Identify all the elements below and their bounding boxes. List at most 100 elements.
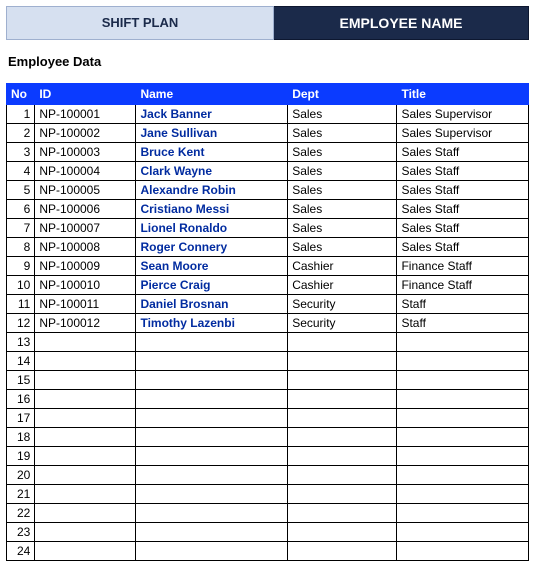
cell-dept[interactable]: Sales: [288, 181, 397, 200]
cell-no[interactable]: 3: [7, 143, 35, 162]
table-row[interactable]: 21: [7, 485, 529, 504]
cell-title[interactable]: Staff: [397, 314, 529, 333]
table-row[interactable]: 20: [7, 466, 529, 485]
table-row[interactable]: 12NP-100012Timothy LazenbiSecurityStaff: [7, 314, 529, 333]
cell-dept[interactable]: Sales: [288, 238, 397, 257]
table-row[interactable]: 9NP-100009Sean MooreCashierFinance Staff: [7, 257, 529, 276]
cell-dept[interactable]: [288, 542, 397, 561]
col-header-name[interactable]: Name: [136, 84, 288, 105]
table-row[interactable]: 13: [7, 333, 529, 352]
cell-dept[interactable]: [288, 333, 397, 352]
cell-no[interactable]: 13: [7, 333, 35, 352]
cell-name[interactable]: [136, 542, 288, 561]
cell-id[interactable]: [35, 390, 136, 409]
table-row[interactable]: 8NP-100008Roger ConnerySalesSales Staff: [7, 238, 529, 257]
cell-name[interactable]: Pierce Craig: [136, 276, 288, 295]
cell-name[interactable]: Cristiano Messi: [136, 200, 288, 219]
cell-dept[interactable]: [288, 485, 397, 504]
table-row[interactable]: 14: [7, 352, 529, 371]
col-header-id[interactable]: ID: [35, 84, 136, 105]
cell-id[interactable]: NP-100006: [35, 200, 136, 219]
cell-name[interactable]: Daniel Brosnan: [136, 295, 288, 314]
cell-name[interactable]: Jack Banner: [136, 105, 288, 124]
cell-no[interactable]: 16: [7, 390, 35, 409]
cell-id[interactable]: [35, 542, 136, 561]
table-row[interactable]: 16: [7, 390, 529, 409]
shift-plan-tab[interactable]: SHIFT PLAN: [6, 6, 274, 40]
table-row[interactable]: 17: [7, 409, 529, 428]
table-row[interactable]: 7NP-100007Lionel RonaldoSalesSales Staff: [7, 219, 529, 238]
cell-title[interactable]: Staff: [397, 295, 529, 314]
cell-name[interactable]: Timothy Lazenbi: [136, 314, 288, 333]
cell-dept[interactable]: [288, 409, 397, 428]
cell-no[interactable]: 19: [7, 447, 35, 466]
cell-no[interactable]: 5: [7, 181, 35, 200]
cell-id[interactable]: [35, 333, 136, 352]
cell-id[interactable]: NP-100005: [35, 181, 136, 200]
cell-no[interactable]: 15: [7, 371, 35, 390]
cell-no[interactable]: 12: [7, 314, 35, 333]
cell-name[interactable]: [136, 466, 288, 485]
cell-title[interactable]: [397, 390, 529, 409]
cell-no[interactable]: 8: [7, 238, 35, 257]
cell-name[interactable]: Alexandre Robin: [136, 181, 288, 200]
cell-title[interactable]: [397, 447, 529, 466]
cell-title[interactable]: Sales Staff: [397, 162, 529, 181]
col-header-no[interactable]: No: [7, 84, 35, 105]
cell-name[interactable]: [136, 352, 288, 371]
cell-title[interactable]: [397, 428, 529, 447]
cell-title[interactable]: [397, 409, 529, 428]
cell-title[interactable]: Sales Staff: [397, 181, 529, 200]
cell-id[interactable]: [35, 371, 136, 390]
cell-id[interactable]: NP-100008: [35, 238, 136, 257]
cell-id[interactable]: NP-100010: [35, 276, 136, 295]
table-row[interactable]: 6NP-100006Cristiano MessiSalesSales Staf…: [7, 200, 529, 219]
cell-dept[interactable]: Sales: [288, 143, 397, 162]
cell-dept[interactable]: [288, 466, 397, 485]
cell-dept[interactable]: [288, 504, 397, 523]
cell-id[interactable]: [35, 504, 136, 523]
cell-title[interactable]: Sales Staff: [397, 219, 529, 238]
table-row[interactable]: 3NP-100003Bruce KentSalesSales Staff: [7, 143, 529, 162]
cell-title[interactable]: Sales Supervisor: [397, 124, 529, 143]
cell-no[interactable]: 11: [7, 295, 35, 314]
cell-id[interactable]: NP-100011: [35, 295, 136, 314]
cell-id[interactable]: NP-100009: [35, 257, 136, 276]
cell-name[interactable]: [136, 371, 288, 390]
cell-id[interactable]: NP-100007: [35, 219, 136, 238]
cell-title[interactable]: Sales Supervisor: [397, 105, 529, 124]
cell-name[interactable]: [136, 447, 288, 466]
cell-name[interactable]: [136, 428, 288, 447]
table-row[interactable]: 2NP-100002Jane SullivanSalesSales Superv…: [7, 124, 529, 143]
cell-dept[interactable]: Sales: [288, 105, 397, 124]
table-row[interactable]: 11NP-100011Daniel BrosnanSecurityStaff: [7, 295, 529, 314]
cell-no[interactable]: 22: [7, 504, 35, 523]
cell-dept[interactable]: [288, 352, 397, 371]
cell-dept[interactable]: Cashier: [288, 276, 397, 295]
cell-title[interactable]: Finance Staff: [397, 257, 529, 276]
table-row[interactable]: 23: [7, 523, 529, 542]
cell-name[interactable]: Roger Connery: [136, 238, 288, 257]
cell-dept[interactable]: [288, 390, 397, 409]
cell-name[interactable]: Jane Sullivan: [136, 124, 288, 143]
cell-title[interactable]: Finance Staff: [397, 276, 529, 295]
cell-name[interactable]: [136, 504, 288, 523]
cell-id[interactable]: [35, 466, 136, 485]
cell-no[interactable]: 10: [7, 276, 35, 295]
cell-title[interactable]: [397, 371, 529, 390]
employee-name-tab[interactable]: EMPLOYEE NAME: [274, 6, 529, 40]
cell-dept[interactable]: Sales: [288, 219, 397, 238]
cell-no[interactable]: 4: [7, 162, 35, 181]
table-row[interactable]: 4NP-100004Clark WayneSalesSales Staff: [7, 162, 529, 181]
cell-id[interactable]: [35, 447, 136, 466]
cell-dept[interactable]: [288, 371, 397, 390]
cell-title[interactable]: Sales Staff: [397, 238, 529, 257]
cell-id[interactable]: [35, 428, 136, 447]
cell-title[interactable]: [397, 542, 529, 561]
cell-id[interactable]: [35, 409, 136, 428]
cell-title[interactable]: Sales Staff: [397, 200, 529, 219]
cell-name[interactable]: [136, 485, 288, 504]
cell-dept[interactable]: [288, 447, 397, 466]
cell-title[interactable]: [397, 504, 529, 523]
table-row[interactable]: 10NP-100010Pierce CraigCashierFinance St…: [7, 276, 529, 295]
